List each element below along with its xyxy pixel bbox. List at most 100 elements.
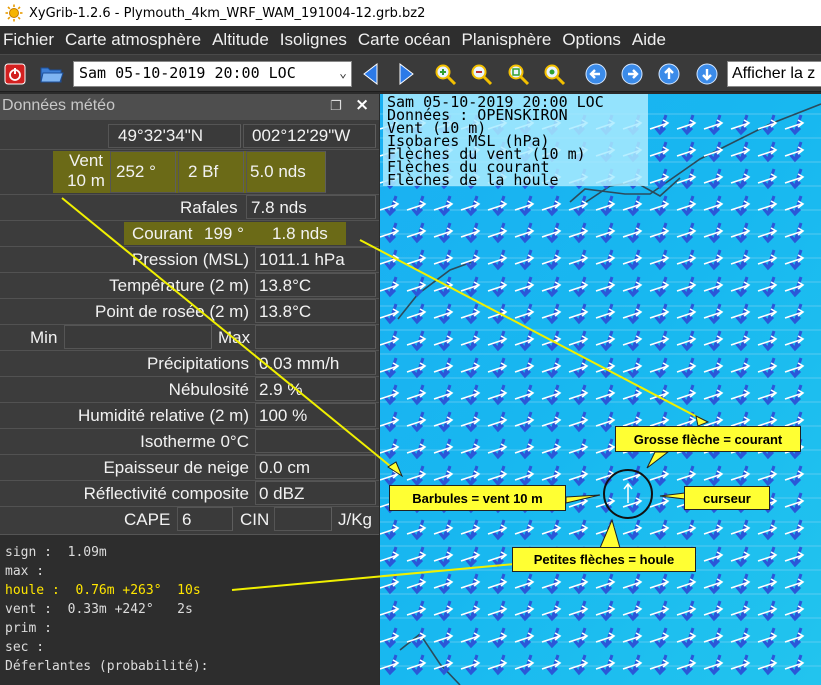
- sun-icon: [5, 4, 23, 22]
- window-title: XyGrib-1.2.6 - Plymouth_4km_WRF_WAM_1910…: [29, 5, 426, 21]
- zoom-area-icon: [508, 64, 530, 86]
- console-line-prim: prim :: [5, 621, 52, 636]
- menu-bar: Fichier Carte atmosphère Altitude Isolig…: [0, 26, 821, 54]
- title-bar: XyGrib-1.2.6 - Plymouth_4km_WRF_WAM_1910…: [0, 0, 821, 26]
- console-line-houle: houle : 0.76m +263° 10s: [5, 583, 201, 598]
- arrow-left-circle-icon: [585, 63, 607, 85]
- console-line-max: max :: [5, 564, 45, 579]
- arrow-up-circle-icon: [658, 63, 680, 85]
- reflectivity-value: 0 dBZ: [259, 484, 305, 503]
- isotherm-cell: [255, 429, 376, 453]
- cloud-cover-label: Nébulosité: [168, 380, 249, 399]
- zoom-in-icon: [435, 64, 457, 86]
- wind-beaufort: 2 Bf: [188, 162, 219, 181]
- quit-button[interactable]: [3, 61, 27, 87]
- cape-value: 6: [182, 510, 192, 529]
- min-label: Min: [30, 328, 58, 347]
- max-cell: [255, 325, 376, 349]
- next-date-button[interactable]: [396, 61, 418, 87]
- row-separator: [0, 149, 379, 150]
- close-icon[interactable]: ×: [355, 95, 369, 115]
- current-speed: 1.8 nds: [272, 224, 328, 243]
- toolbar: Sam 05-10-2019 20:00 LOC ⌄ Afficher la z: [0, 54, 821, 92]
- pan-down-button[interactable]: [694, 61, 720, 87]
- open-file-button[interactable]: [38, 61, 66, 87]
- zoom-out-button[interactable]: [468, 61, 494, 87]
- triangle-left-icon: [363, 62, 378, 86]
- pan-right-button[interactable]: [619, 61, 645, 87]
- snow-depth-label: Epaisseur de neige: [103, 458, 249, 477]
- menu-isolignes[interactable]: Isolignes: [277, 30, 355, 50]
- temperature-label: Température (2 m): [109, 276, 249, 295]
- zoom-fit-icon: [544, 64, 566, 86]
- current-label: Courant: [132, 224, 193, 243]
- date-value: Sam 05-10-2019 20:00 LOC: [79, 64, 296, 82]
- callout-cursor: curseur: [684, 486, 770, 510]
- arrow-down-circle-icon: [696, 63, 718, 85]
- panel-header: Données météo ❐ ×: [0, 94, 379, 120]
- row-separator: [0, 220, 379, 221]
- pressure-value: 1011.1 hPa: [259, 250, 345, 269]
- cin-unit: J/Kg: [338, 510, 373, 529]
- console-line-breaking: Déferlantes (probabilité):: [5, 659, 209, 674]
- gust-label: Rafales: [180, 198, 238, 217]
- wind-label: Vent 10 m: [67, 151, 105, 190]
- cloud-cover-value: 2.9 %: [259, 380, 303, 399]
- snow-depth-value: 0.0 cm: [259, 458, 311, 477]
- pan-left-button[interactable]: [583, 61, 609, 87]
- float-panel-icon[interactable]: ❐: [330, 99, 342, 114]
- menu-aide[interactable]: Aide: [629, 30, 674, 50]
- dewpoint-value: 13.8°C: [259, 302, 312, 321]
- menu-carte-ocean[interactable]: Carte océan: [355, 30, 459, 50]
- zoom-out-icon: [471, 64, 493, 86]
- temperature-value: 13.8°C: [259, 276, 312, 295]
- previous-date-button[interactable]: [359, 61, 381, 87]
- cin-cell: [274, 507, 332, 531]
- cape-label: CAPE: [124, 510, 171, 529]
- reflectivity-label: Réflectivité composite: [83, 484, 249, 503]
- folder-icon: [40, 67, 64, 83]
- callout-swell: Petites flèches = houle: [512, 547, 696, 572]
- weather-data-panel: Données météo ❐ × 49°32'34"N 002°12'29"W…: [0, 94, 379, 685]
- date-combobox[interactable]: Sam 05-10-2019 20:00 LOC ⌄: [73, 61, 352, 87]
- console-line-vent: vent : 0.33m +242° 2s: [5, 602, 193, 617]
- precipitation-value: 0.03 mm/h: [259, 354, 340, 373]
- show-zone-button[interactable]: Afficher la z: [727, 61, 821, 87]
- max-label: Max: [218, 328, 251, 347]
- precipitation-label: Précipitations: [146, 354, 249, 373]
- wave-console: sign : 1.09m max : houle : 0.76m +263° 1…: [0, 534, 379, 685]
- wind-speed: 5.0 nds: [250, 162, 306, 181]
- dewpoint-label: Point de rosée (2 m): [94, 302, 249, 321]
- panel-title: Données météo: [2, 97, 115, 114]
- humidity-label: Humidité relative (2 m): [78, 406, 249, 425]
- menu-planisphere[interactable]: Planisphère: [459, 30, 560, 50]
- menu-altitude[interactable]: Altitude: [209, 30, 277, 50]
- pan-up-button[interactable]: [656, 61, 682, 87]
- pressure-label: Pression (MSL): [131, 250, 249, 269]
- cin-label: CIN: [240, 510, 270, 529]
- power-icon: [4, 63, 26, 85]
- current-direction: 199 °: [204, 224, 244, 243]
- menu-fichier[interactable]: Fichier: [0, 30, 62, 50]
- arrow-right-circle-icon: [621, 63, 643, 85]
- zoom-all-button[interactable]: [541, 61, 567, 87]
- zoom-area-button[interactable]: [505, 61, 531, 87]
- callout-wind: Barbules = vent 10 m: [389, 485, 566, 511]
- menu-options[interactable]: Options: [559, 30, 629, 50]
- longitude-value: 002°12'29"W: [252, 126, 351, 145]
- triangle-right-icon: [399, 62, 414, 86]
- callout-current: Grosse flèche = courant: [615, 426, 801, 452]
- humidity-value: 100 %: [259, 406, 308, 425]
- latitude-value: 49°32'34"N: [118, 126, 204, 145]
- chevron-down-icon[interactable]: ⌄: [339, 66, 347, 81]
- show-zone-label: Afficher la z: [732, 65, 816, 82]
- map-legend: Sam 05-10-2019 20:00 LOC Données : OPENS…: [383, 94, 648, 189]
- console-line-sec: sec :: [5, 640, 45, 655]
- min-cell: [64, 325, 212, 349]
- gust-value: 7.8 nds: [251, 198, 307, 217]
- legend-swell-arrows: Flèches de la houle: [387, 171, 559, 189]
- wind-direction: 252 °: [116, 162, 156, 181]
- zoom-in-button[interactable]: [432, 61, 458, 87]
- console-line-sign: sign : 1.09m: [5, 545, 107, 560]
- menu-carte-atmosphere[interactable]: Carte atmosphère: [62, 30, 209, 50]
